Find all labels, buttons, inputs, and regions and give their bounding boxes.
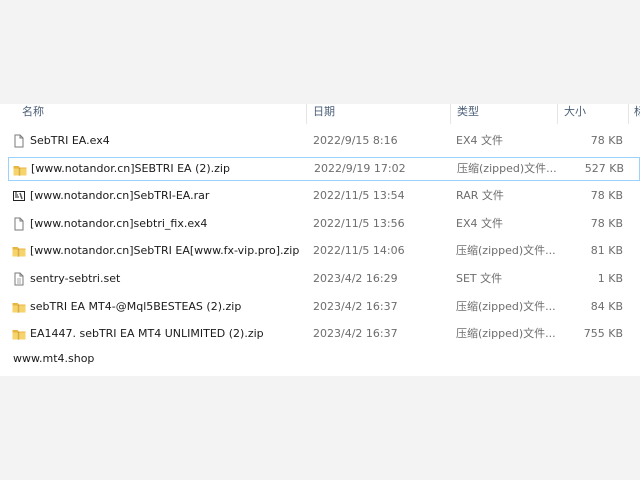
column-divider[interactable]	[557, 104, 558, 124]
file-date: 2023/4/2 16:37	[313, 299, 398, 313]
file-type: 压缩(zipped)文件...	[456, 244, 556, 258]
column-size-header[interactable]: 大小	[564, 104, 586, 122]
file-row[interactable]: sentry-sebtri.set 2023/4/2 16:29 SET 文件 1 K…	[8, 267, 640, 291]
file-date: 2022/11/5 14:06	[313, 244, 405, 258]
file-row[interactable]: [www.notandor.cn]SEBTRI EA (2).zip 2022/9…	[8, 156, 640, 181]
column-type-header[interactable]: 类型	[457, 104, 479, 122]
rar-icon	[12, 189, 26, 203]
zip-folder-icon	[12, 327, 26, 341]
file-date: 2023/4/2 16:29	[313, 272, 398, 285]
column-divider[interactable]	[306, 104, 307, 124]
file-size: 527 KB	[584, 161, 624, 175]
footer-watermark-text: www.mt4.shop	[13, 352, 95, 365]
file-date: 2023/4/2 16:37	[313, 327, 398, 341]
file-date: 2022/11/5 13:56	[313, 216, 405, 230]
file-name: EA1447. sebTRI EA MT4 UNLIMITED (2).zip	[30, 327, 264, 341]
file-size: 755 KB	[583, 327, 623, 341]
file-name: [www.notandor.cn]SebTRI-EA.rar	[30, 189, 210, 203]
file-row[interactable]: sebTRI EA MT4-@Mql5BESTEAS (2).zip 2023/4…	[8, 295, 640, 319]
file-size: 78 KB	[590, 216, 623, 230]
file-size: 78 KB	[590, 189, 623, 203]
file-name: [www.notandor.cn]SebTRI EA[www.fx-vip.pr…	[30, 244, 300, 258]
file-row[interactable]: SebTRI EA.ex4 2022/9/15 8:16 EX4 文件 78 KB	[8, 129, 640, 153]
file-date: 2022/9/15 8:16	[313, 134, 398, 147]
file-row[interactable]: EA1447. sebTRI EA MT4 UNLIMITED (2).zip 2…	[8, 322, 640, 346]
file-type: 压缩(zipped)文件...	[456, 327, 556, 341]
file-name: SebTRI EA.ex4	[30, 134, 110, 147]
file-row[interactable]: [www.notandor.cn]SebTRI EA[www.fx-vip.pr…	[8, 239, 640, 263]
file-date: 2022/11/5 13:54	[313, 189, 405, 203]
file-name: [www.notandor.cn]SEBTRI EA (2).zip	[31, 161, 230, 175]
column-header: 名称 日期 类型 大小 标	[0, 104, 640, 124]
file-list-panel: 名称 日期 类型 大小 标 SebTRI EA.ex4 2022/9/15 8:1…	[0, 104, 640, 376]
column-divider[interactable]	[450, 104, 451, 124]
column-name-header[interactable]: 名称	[22, 104, 44, 122]
file-icon	[12, 217, 26, 231]
zip-folder-icon	[12, 244, 26, 258]
file-type: SET 文件	[456, 272, 503, 285]
file-name: sebTRI EA MT4-@Mql5BESTEAS (2).zip	[30, 299, 242, 313]
file-size: 81 KB	[590, 244, 623, 258]
file-type: 压缩(zipped)文件...	[456, 299, 556, 313]
file-type: 压缩(zipped)文件...	[457, 161, 557, 175]
file-size: 84 KB	[590, 299, 623, 313]
file-type: RAR 文件	[456, 189, 504, 203]
file-size: 78 KB	[590, 134, 623, 147]
column-extra-header[interactable]: 标	[634, 104, 640, 122]
file-type: EX4 文件	[456, 134, 503, 147]
zip-folder-icon	[13, 163, 27, 177]
file-row[interactable]: [www.notandor.cn]sebtri_fix.ex4 2022/11/5…	[8, 212, 640, 236]
file-date: 2022/9/19 17:02	[314, 161, 406, 175]
file-size: 1 KB	[597, 272, 623, 285]
file-row[interactable]: [www.notandor.cn]SebTRI-EA.rar 2022/11/5 …	[8, 184, 640, 208]
file-icon	[12, 134, 26, 148]
column-date-header[interactable]: 日期	[313, 104, 335, 122]
column-divider[interactable]	[628, 104, 629, 124]
zip-folder-icon	[12, 300, 26, 314]
file-name: sentry-sebtri.set	[30, 272, 121, 285]
file-type: EX4 文件	[456, 216, 503, 230]
file-name: [www.notandor.cn]sebtri_fix.ex4	[30, 216, 208, 230]
text-file-icon	[12, 272, 26, 286]
